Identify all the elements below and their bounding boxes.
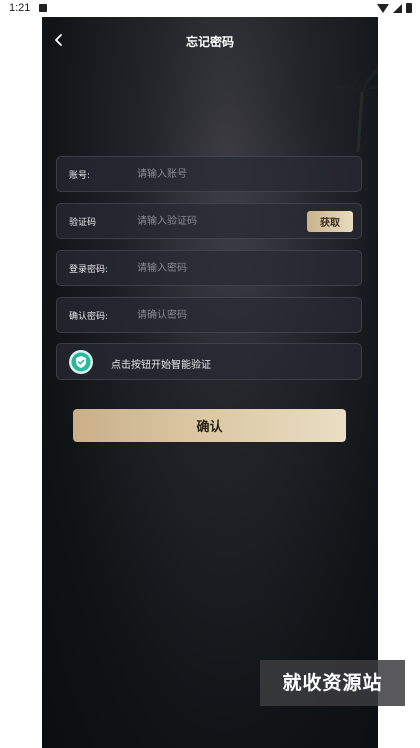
account-label: 账号: [69,171,91,181]
account-input[interactable] [137,165,297,183]
smart-verify-button[interactable]: 点击按钮开始智能验证 [56,343,362,380]
palm-tree-icon [330,68,378,152]
battery-icon [406,3,412,13]
shield-check-icon [69,350,93,374]
account-field: 账号: [56,156,362,192]
verification-code-label: 验证码 [69,218,97,228]
page-title: 忘记密码 [185,35,234,49]
confirm-password-label: 确认密码: [69,312,109,322]
app-screen: 忘记密码 账号: 验证码 获取 登录密码: 确认密码: 点击按钮开始智能验证 确… [42,17,378,748]
wifi-icon [377,3,389,13]
verification-code-field: 验证码 获取 [56,203,362,239]
status-icons [377,3,412,13]
password-field: 登录密码: [56,250,362,286]
watermark: 就收资源站 [260,660,405,706]
verification-code-input[interactable] [137,212,287,230]
confirm-password-field: 确认密码: [56,297,362,333]
status-bar: 1:21 [0,0,420,17]
smart-verify-text: 点击按钮开始智能验证 [111,360,211,371]
confirm-button[interactable]: 确认 [73,409,346,442]
notification-icon [39,4,47,12]
signal-icon [393,3,402,13]
password-label: 登录密码: [69,265,109,275]
password-input[interactable] [137,259,297,277]
status-time: 1:21 [9,2,31,14]
confirm-password-input[interactable] [137,306,297,324]
get-code-button[interactable]: 获取 [307,211,353,232]
